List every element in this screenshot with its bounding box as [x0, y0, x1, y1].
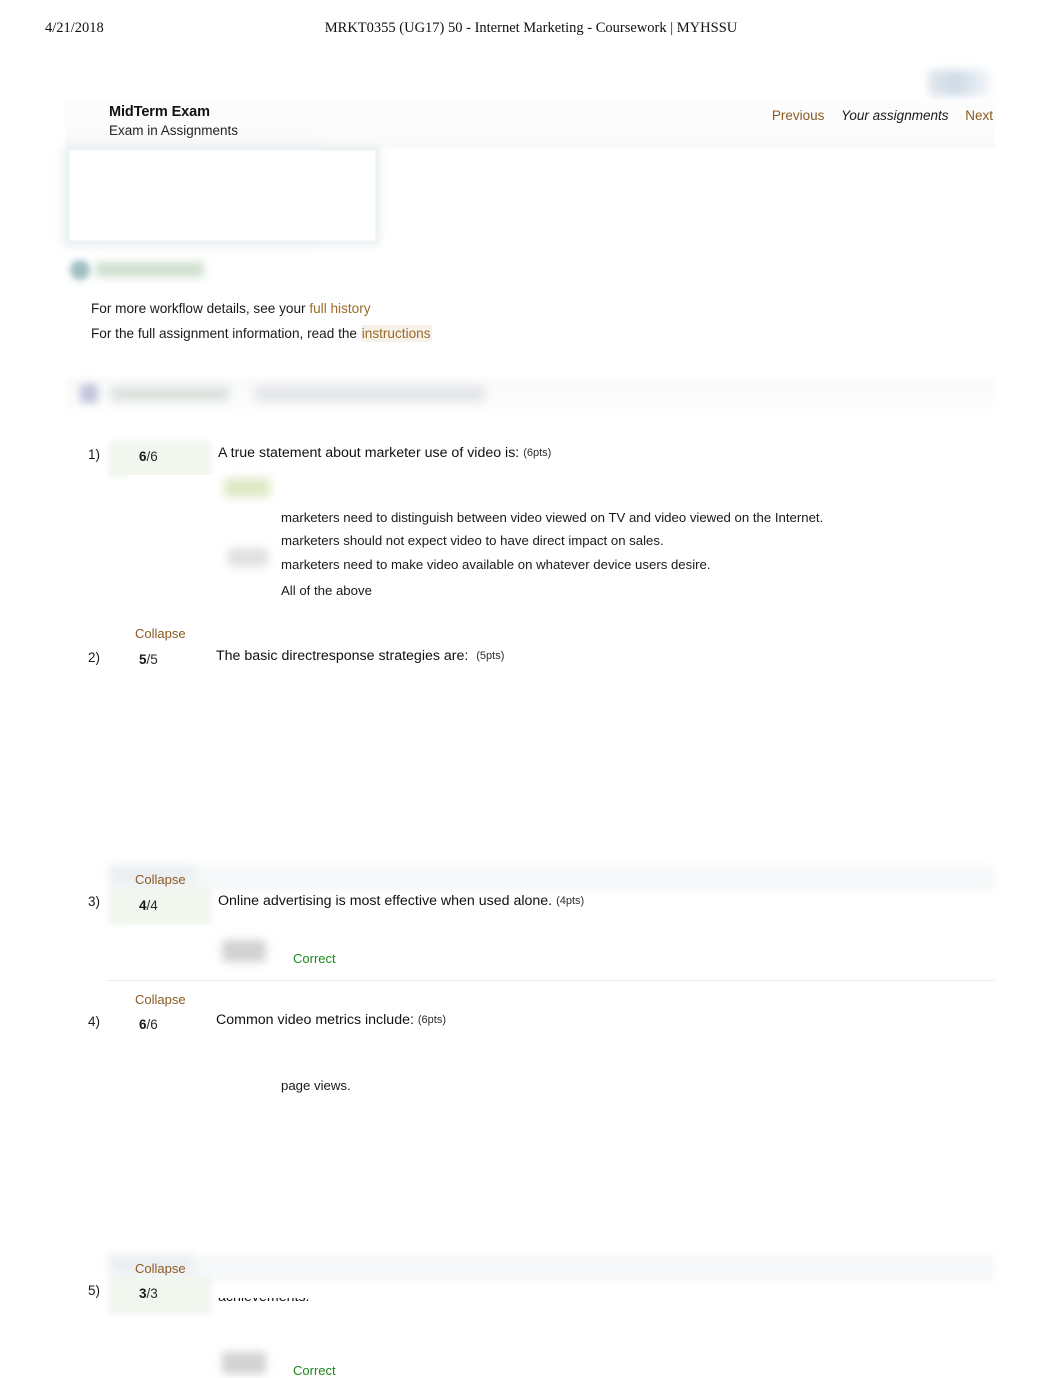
- answer-marker-selected: [224, 478, 270, 497]
- submission-section-redacted: [65, 378, 995, 410]
- answer-option[interactable]: marketers need to distinguish between vi…: [281, 510, 823, 525]
- assignment-navigation: Previous Your assignments Next: [759, 108, 993, 123]
- instructions-link[interactable]: instructions: [360, 325, 432, 342]
- score-earned: 6: [139, 1017, 147, 1032]
- section-meta-redacted: [255, 387, 485, 401]
- question-number: 4): [88, 1014, 101, 1029]
- question-prompt: Online advertising is most effective whe…: [218, 893, 553, 909]
- score-earned: 6: [139, 449, 147, 464]
- score-earned: 4: [139, 898, 147, 913]
- section-icon: [80, 384, 98, 403]
- print-header: 4/21/2018 MRKT0355 (UG17) 50 - Internet …: [0, 20, 1062, 42]
- next-link[interactable]: Next: [965, 108, 993, 123]
- assignment-title: MidTerm Exam: [109, 104, 210, 120]
- question-points: (4pts): [556, 895, 585, 907]
- question-text: The basic directresponse strategies are:…: [216, 648, 504, 664]
- question-number: 3): [88, 894, 101, 909]
- score-total: /6: [146, 1017, 158, 1032]
- answer-option[interactable]: marketers need to make video available o…: [281, 557, 711, 572]
- workflow-status-text-redacted: [96, 262, 204, 277]
- score-total: /5: [146, 652, 158, 667]
- score-total: /6: [146, 449, 158, 464]
- correct-label: Correct: [293, 951, 336, 966]
- question-score: 6/6: [139, 1017, 158, 1032]
- score-total: /3: [146, 1286, 158, 1301]
- collapse-link[interactable]: Collapse: [135, 1261, 186, 1276]
- workflow-info-prefix: For more workflow details, see your: [91, 301, 310, 316]
- question-number: 1): [88, 447, 101, 462]
- question-prompt: Common video metrics include:: [216, 1012, 414, 1028]
- toolbar-widget-redacted[interactable]: [928, 70, 990, 96]
- question-prompt: achievements.: [218, 1298, 309, 1305]
- your-assignments-link[interactable]: Your assignments: [841, 108, 948, 123]
- question-separator-shade: [110, 1255, 994, 1281]
- question-number: 2): [88, 650, 101, 665]
- workflow-info-row: For more workflow details, see your full…: [91, 296, 432, 321]
- score-total: /4: [146, 898, 158, 913]
- answer-marker-correct: [228, 548, 268, 567]
- section-label-redacted: [111, 387, 229, 401]
- answer-marker-correct: [222, 940, 266, 962]
- question-score: 5/5: [139, 652, 158, 667]
- full-history-link[interactable]: full history: [309, 301, 370, 316]
- question-points: (5pts): [476, 650, 505, 662]
- question-points: (6pts): [523, 447, 552, 459]
- workflow-status-redacted: [70, 258, 205, 282]
- answer-option[interactable]: All of the above: [281, 583, 372, 598]
- answer-option[interactable]: page views.: [281, 1078, 351, 1093]
- workflow-status-icon: [70, 260, 90, 280]
- info-lines: For more workflow details, see your full…: [91, 296, 432, 346]
- correct-label: Correct: [293, 1363, 336, 1378]
- assignment-subtitle: Exam in Assignments: [109, 123, 239, 138]
- answer-option[interactable]: marketers should not expect video to hav…: [281, 533, 664, 548]
- question-score: 4/4: [139, 898, 158, 913]
- collapse-link[interactable]: Collapse: [135, 992, 186, 1007]
- question-score: 3/3: [139, 1286, 158, 1301]
- question-number: 5): [88, 1283, 101, 1298]
- question-prompt: A true statement about marketer use of v…: [218, 445, 520, 461]
- score-earned: 5: [139, 652, 147, 667]
- question-score: 6/6: [139, 449, 158, 464]
- question-divider: [108, 980, 994, 981]
- instructions-info-prefix: For the full assignment information, rea…: [91, 326, 361, 341]
- score-badge: [108, 888, 212, 925]
- question-text: Common video metrics include: (6pts): [216, 1012, 446, 1028]
- question-text: Online advertising is most effective whe…: [218, 893, 584, 909]
- collapse-link[interactable]: Collapse: [135, 626, 186, 641]
- status-box-redacted: [68, 149, 377, 242]
- previous-link[interactable]: Previous: [772, 108, 825, 123]
- assignment-header: MidTerm Exam Exam in Assignments Previou…: [65, 100, 995, 148]
- question-text-clipped: achievements.: [218, 1298, 309, 1322]
- question-separator-shade: [110, 865, 994, 891]
- score-badge: [108, 441, 212, 478]
- question-text: A true statement about marketer use of v…: [218, 445, 551, 461]
- print-page-title: MRKT0355 (UG17) 50 - Internet Marketing …: [324, 20, 738, 36]
- question-prompt: The basic directresponse strategies are:: [216, 648, 469, 664]
- instructions-info-row: For the full assignment information, rea…: [91, 321, 432, 346]
- score-earned: 3: [139, 1286, 147, 1301]
- question-points: (6pts): [417, 1014, 446, 1026]
- answer-marker-correct: [222, 1352, 266, 1374]
- collapse-link[interactable]: Collapse: [135, 872, 186, 887]
- score-badge: [108, 1277, 212, 1314]
